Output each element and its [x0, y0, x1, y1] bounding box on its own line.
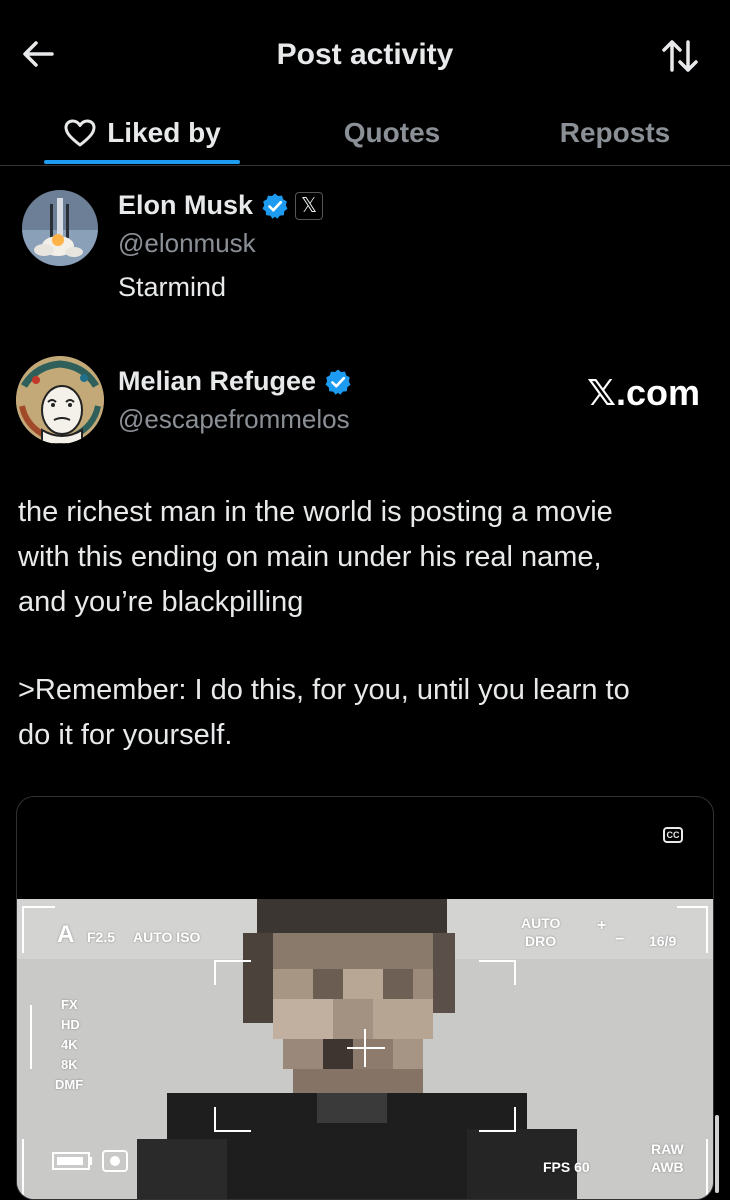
video-player[interactable]: CC A F2.5 AUTO ISO AUTO DRO + − 16/9 FX … — [16, 796, 714, 1200]
hud-aperture: F2.5 — [87, 929, 116, 945]
post-text-line: and you’re blackpilling — [18, 586, 304, 618]
hud-format: 8K — [61, 1057, 78, 1072]
sort-arrows-icon — [662, 40, 698, 72]
verified-badge-icon — [262, 193, 288, 219]
tab-label: Quotes — [343, 117, 441, 148]
hud-fps: FPS 60 — [543, 1159, 590, 1175]
hud-format: FX — [61, 997, 78, 1012]
video-frame[interactable]: A F2.5 AUTO ISO AUTO DRO + − 16/9 FX HD … — [17, 899, 713, 1199]
hud-format: 4K — [61, 1037, 78, 1052]
hud-dro-top: AUTO — [521, 915, 561, 931]
tab-quotes[interactable]: Quotes — [292, 108, 492, 158]
liker-row[interactable]: Elon Musk 𝕏 @elonmusk Starmind — [0, 170, 730, 320]
hud-raw: RAW — [651, 1141, 684, 1157]
active-tab-indicator — [44, 160, 240, 164]
tab-liked-by[interactable]: Liked by — [44, 108, 240, 158]
hud-iso: AUTO ISO — [133, 929, 201, 945]
user-bio: Starmind — [118, 272, 227, 302]
verified-badge-icon — [325, 369, 351, 395]
user-handle: @elonmusk — [118, 228, 256, 258]
affiliate-badge-icon: 𝕏 — [295, 191, 324, 220]
sort-button[interactable] — [658, 34, 702, 78]
hud-format: DMF — [55, 1077, 84, 1092]
display-name: Melian Refugee — [118, 366, 317, 396]
activity-tabs: Liked by Quotes Reposts — [0, 100, 730, 166]
x-com-watermark: 𝕏.com — [586, 372, 700, 413]
display-name: Elon Musk — [118, 190, 254, 220]
user-name[interactable]: Elon Musk 𝕏 — [118, 190, 324, 221]
pixelated-face-image — [17, 899, 713, 1199]
hud-ev-minus: − — [615, 931, 625, 948]
tab-reposts[interactable]: Reposts — [520, 108, 710, 158]
page-title: Post activity — [276, 38, 454, 71]
post-text-line: with this ending on main under his real … — [18, 541, 602, 573]
post-author-handle: @escapefrommelos — [118, 404, 350, 434]
heart-icon — [64, 119, 96, 147]
post-author-name[interactable]: Melian Refugee — [118, 366, 352, 397]
tab-label: Liked by — [107, 117, 221, 148]
top-bar: Post activity — [0, 0, 730, 110]
hud-format: HD — [61, 1017, 80, 1032]
post-text-line: do it for yourself. — [18, 719, 233, 751]
post-text-line: >Remember: I do this, for you, until you… — [18, 674, 630, 706]
post-author-avatar[interactable] — [16, 356, 104, 444]
hud-awb: AWB — [651, 1159, 684, 1175]
rocket-launch-avatar-image — [22, 190, 98, 266]
avatar[interactable] — [22, 190, 98, 266]
hud-ev-plus: + — [597, 917, 607, 934]
meme-face-avatar-image — [16, 356, 104, 444]
tab-label: Reposts — [559, 117, 671, 148]
hud-aspect: 16/9 — [649, 933, 677, 949]
hud-mode: A — [57, 921, 75, 948]
scrollbar[interactable] — [715, 1115, 719, 1193]
closed-captions-icon[interactable]: CC — [663, 827, 683, 843]
post-text-line: the richest man in the world is posting … — [18, 496, 613, 528]
hud-dro-bottom: DRO — [525, 933, 557, 949]
